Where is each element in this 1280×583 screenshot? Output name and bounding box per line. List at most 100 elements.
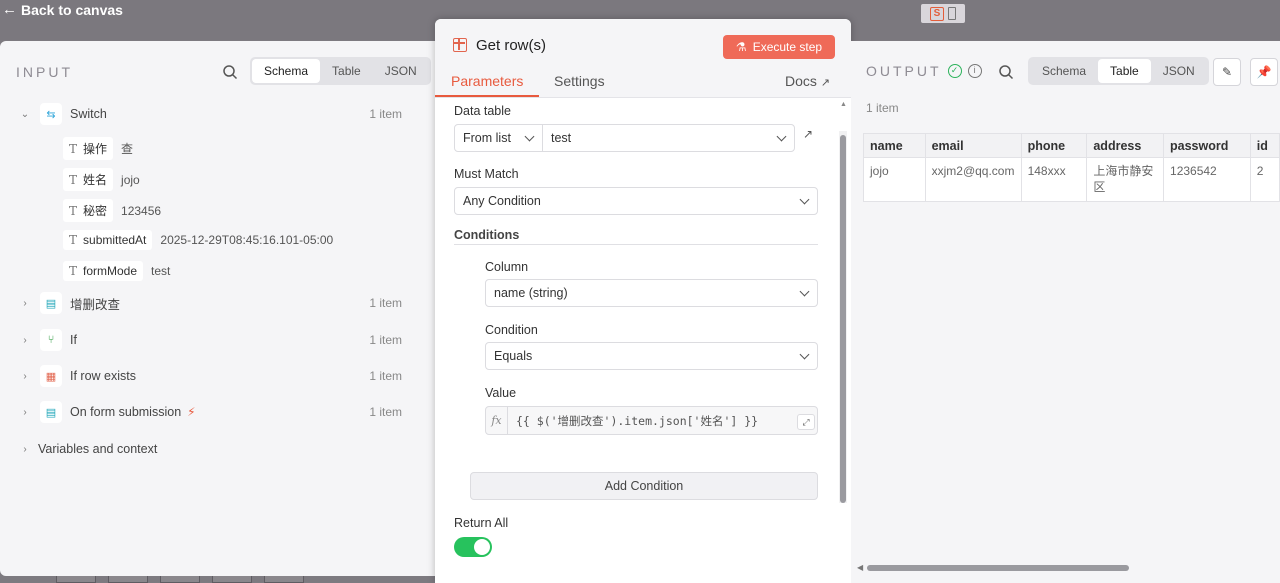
input-tab-schema[interactable]: Schema — [252, 59, 321, 83]
return-all-toggle[interactable] — [454, 537, 492, 557]
input-tab-json[interactable]: JSON — [373, 59, 429, 83]
field-key-tag: T 姓名 — [63, 168, 114, 191]
scrollbar-thumb[interactable] — [840, 135, 846, 503]
node-label: Variables and context — [38, 442, 158, 456]
tab-parameters[interactable]: Parameters — [451, 73, 523, 89]
search-icon[interactable] — [998, 64, 1014, 80]
column-header[interactable]: name — [863, 133, 926, 158]
pin-data-button[interactable]: 📌 — [1250, 58, 1278, 86]
column-select[interactable]: name (string) — [485, 279, 818, 307]
scroll-left-arrow-icon[interactable]: ◀ — [857, 563, 863, 572]
docs-link[interactable]: Docs ↗ — [785, 73, 830, 89]
info-icon[interactable]: i — [967, 64, 982, 78]
node-label: Switch — [70, 107, 107, 121]
field-key-tag: T 操作 — [63, 137, 114, 160]
success-check-icon: ✓ — [947, 64, 962, 78]
tab-settings[interactable]: Settings — [554, 73, 605, 89]
tree-node-if-row-exists[interactable]: › ▦ If row exists 1 item — [18, 363, 436, 389]
chevron-right-icon[interactable]: › — [18, 335, 32, 346]
canvas-tab[interactable] — [160, 575, 200, 583]
expand-editor-icon[interactable]: ⤢ — [797, 414, 815, 430]
return-all-label: Return All — [454, 516, 509, 530]
chevron-right-icon[interactable]: › — [18, 444, 32, 455]
table-row: jojo xxjm2@qq.com 148xxx 上海市静安区 1236542 … — [863, 157, 1280, 202]
data-table-mode-select[interactable]: From list — [454, 124, 543, 152]
canvas-node-badge[interactable]: S — [921, 4, 965, 23]
column-header[interactable]: address — [1086, 133, 1165, 158]
chevron-down-icon — [799, 349, 810, 360]
add-condition-button[interactable]: Add Condition — [470, 472, 818, 500]
table-cell: 148xxx — [1020, 157, 1088, 202]
field-key: submittedAt — [83, 233, 147, 247]
column-header[interactable]: id — [1249, 133, 1280, 158]
docs-label: Docs — [785, 73, 817, 89]
field-key: 姓名 — [83, 173, 108, 187]
data-table-select[interactable]: test — [542, 124, 795, 152]
column-header[interactable]: password — [1163, 133, 1251, 158]
horizontal-scrollbar[interactable]: ◀ — [857, 563, 1280, 573]
pin-icon: 📌 — [1256, 65, 1272, 79]
back-to-canvas-link[interactable]: ← Back to canvas — [2, 1, 123, 18]
tree-node-switch[interactable]: ⌄ ⇆ Switch 1 item — [18, 101, 436, 127]
column-header[interactable]: phone — [1020, 133, 1088, 158]
text-type-icon: T — [69, 264, 78, 278]
execute-step-button[interactable]: ⚗ Execute step — [723, 35, 835, 59]
must-match-select[interactable]: Any Condition — [454, 187, 818, 215]
chevron-down-icon[interactable]: ⌄ — [18, 109, 32, 120]
condition-select[interactable]: Equals — [485, 342, 818, 370]
data-table-label: Data table — [454, 104, 511, 118]
item-count: 1 item — [369, 333, 402, 347]
chevron-right-icon[interactable]: › — [18, 407, 32, 418]
chevron-right-icon[interactable]: › — [18, 298, 32, 309]
output-tab-json[interactable]: JSON — [1151, 59, 1207, 83]
schema-field[interactable]: T 秘密 123456 — [63, 199, 161, 222]
canvas-tab[interactable] — [108, 575, 148, 583]
search-icon[interactable] — [222, 64, 238, 80]
item-count: 1 item — [369, 296, 402, 310]
input-tab-table[interactable]: Table — [320, 59, 373, 83]
scroll-up-arrow-icon[interactable]: ▲ — [840, 101, 847, 108]
output-tab-table[interactable]: Table — [1098, 59, 1151, 83]
dialog-title: Get row(s) — [476, 37, 547, 54]
table-icon — [453, 38, 467, 52]
canvas-tab[interactable] — [264, 575, 304, 583]
schema-field[interactable]: T 姓名 jojo — [63, 168, 140, 191]
schema-field[interactable]: TsubmittedAt 2025-12-29T08:45:16.101-05:… — [63, 230, 333, 250]
text-type-icon: T — [69, 141, 78, 156]
schema-field[interactable]: TformMode test — [63, 261, 170, 281]
output-item-count: 1 item — [866, 101, 899, 115]
output-panel: OUTPUT ✓ i Schema Table JSON ✎ 📌 1 item … — [851, 41, 1280, 583]
output-tab-schema[interactable]: Schema — [1030, 59, 1098, 83]
scrollbar-thumb[interactable] — [867, 565, 1129, 571]
canvas-tab[interactable] — [212, 575, 252, 583]
column-header[interactable]: email — [924, 133, 1022, 158]
tree-node-crud[interactable]: › ▤ 增删改查 1 item — [18, 290, 436, 316]
chevron-right-icon[interactable]: › — [18, 371, 32, 382]
schema-field[interactable]: T 操作 查 — [63, 137, 133, 160]
parameters-body: Data table From list test ↗ Must Match A… — [435, 99, 851, 583]
must-match-label: Must Match — [454, 167, 519, 181]
chevron-down-icon — [799, 286, 810, 297]
tree-node-if[interactable]: › ⑂ If 1 item — [18, 327, 436, 353]
edit-output-button[interactable]: ✎ — [1213, 58, 1241, 86]
external-link-icon[interactable]: ↗ — [803, 127, 813, 141]
fx-icon: fx — [486, 407, 508, 434]
external-link-icon: ↗ — [820, 77, 831, 89]
chevron-down-icon — [799, 194, 810, 205]
table-icon: ▦ — [40, 365, 62, 387]
output-view-switch: Schema Table JSON — [1028, 57, 1209, 85]
tree-node-variables[interactable]: › Variables and context — [18, 436, 436, 462]
canvas-tab[interactable] — [56, 575, 96, 583]
output-table: name email phone address password id joj… — [863, 133, 1280, 202]
trigger-bolt-icon: ⚡ — [187, 405, 196, 419]
table-cell: 2 — [1249, 157, 1280, 202]
table-cell: jojo — [863, 157, 926, 202]
vertical-scrollbar[interactable] — [839, 131, 847, 503]
table-header-row: name email phone address password id — [863, 133, 1280, 158]
field-key: 操作 — [83, 142, 108, 156]
tree-node-form-submission[interactable]: › ▤ On form submission ⚡ 1 item — [18, 399, 436, 425]
value-expression-input[interactable]: fx {{ $('增删改查').item.json['姓名'] }} ⤢ — [485, 406, 818, 435]
field-value: 2025-12-29T08:45:16.101-05:00 — [160, 233, 334, 247]
table-cell: 1236542 — [1163, 157, 1251, 202]
field-key-tag: T 秘密 — [63, 199, 114, 222]
